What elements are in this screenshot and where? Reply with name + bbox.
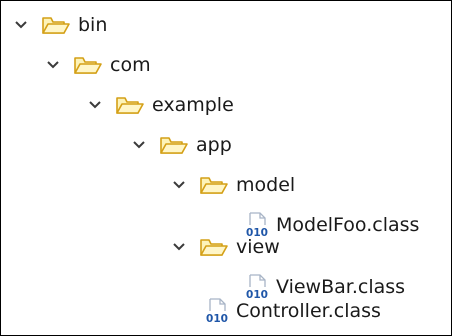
tree-item-label: bin [78,13,108,36]
tree-item-com[interactable]: com [43,45,151,85]
chevron-down-icon[interactable] [43,55,63,75]
open-folder-icon [199,173,229,197]
tree-item-label: Controller.class [236,299,381,322]
open-folder-icon [115,93,145,117]
tree-item-label: model [236,173,296,196]
open-folder-icon [73,53,103,77]
tree-item-example[interactable]: example [85,85,234,125]
open-folder-icon [199,235,229,259]
tree-item-app[interactable]: app [129,125,232,165]
class-file-icon: 010 [205,298,229,324]
chevron-down-icon[interactable] [169,237,189,257]
tree-item-label: view [236,235,280,258]
tree-item-label: ModelFoo.class [276,213,420,236]
chevron-down-icon[interactable] [169,175,189,195]
tree-item-view[interactable]: view [169,227,280,267]
tree-item-controller-class[interactable]: 010 Controller.class [205,291,381,331]
tree-item-label: example [152,93,234,116]
tree-item-model[interactable]: model [169,165,295,205]
chevron-down-icon[interactable] [129,135,149,155]
tree-item-label: app [196,133,232,156]
tree-item-bin[interactable]: bin [11,5,107,45]
chevron-down-icon[interactable] [11,15,31,35]
package-explorer-tree: bin com example app model 010 ModelFoo.c… [0,0,452,336]
tree-item-label: com [110,53,151,76]
chevron-down-icon[interactable] [85,95,105,115]
open-folder-icon [41,13,71,37]
svg-text:010: 010 [206,313,228,324]
open-folder-icon [159,133,189,157]
